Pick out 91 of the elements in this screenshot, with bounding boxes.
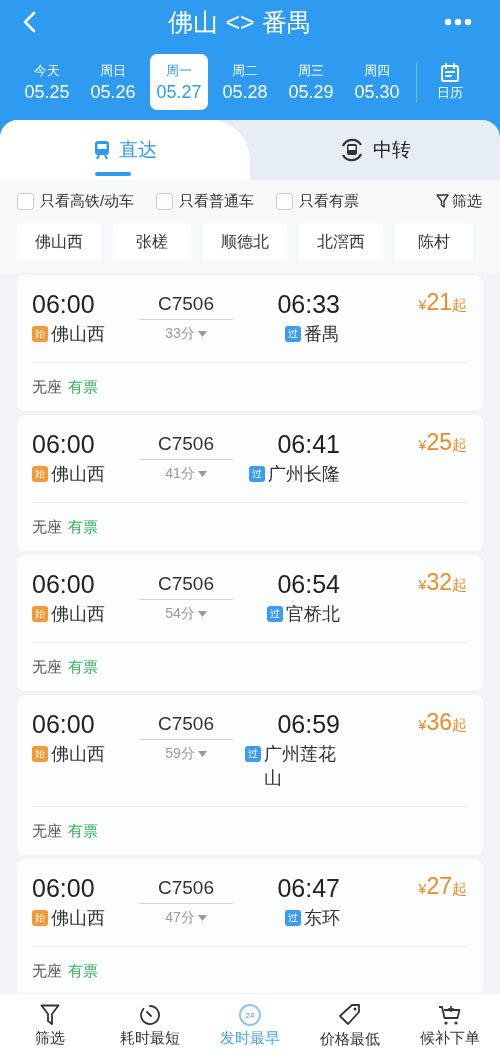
caret-icon[interactable] [197, 331, 207, 337]
arrival-station: 广州长隆 [268, 463, 340, 486]
caret-icon[interactable] [197, 611, 207, 617]
clock-icon: 24 [239, 1004, 261, 1026]
arrival-station: 番禺 [304, 323, 340, 346]
pass-badge: 过 [285, 326, 301, 342]
price: ¥36起 [418, 709, 467, 737]
departure-time: 06:00 [32, 289, 96, 319]
ticket-status: 有票 [68, 517, 98, 537]
seat-type: 无座 [32, 377, 62, 397]
train-card[interactable]: 06:00 始 佛山西 C7506 47分 06:47 过 东环 ¥27起 无座 有票 [17, 859, 483, 993]
departure-station: 佛山西 [51, 463, 105, 486]
price-tag-icon [338, 1003, 362, 1027]
departure-time: 06:00 [32, 429, 96, 459]
origin-badge: 始 [32, 746, 48, 762]
arrival-time: 06:59 [277, 709, 340, 739]
ticket-status: 有票 [68, 657, 98, 677]
departure-time: 06:00 [32, 873, 96, 903]
arrival-time: 06:41 [277, 429, 340, 459]
origin-badge: 始 [32, 326, 48, 342]
cart-icon [438, 1004, 462, 1026]
train-number: C7506 [158, 432, 214, 456]
train-number: C7506 [158, 292, 214, 316]
pass-badge: 过 [267, 606, 283, 622]
sort-tab[interactable]: 候补下单 [400, 994, 500, 1058]
train-card[interactable]: 06:00 始 佛山西 C7506 33分 06:33 过 番禺 ¥21起 无座 有票 [17, 275, 483, 411]
departure-station: 佛山西 [51, 603, 105, 626]
price: ¥27起 [418, 873, 467, 901]
sort-tab[interactable]: 筛选 [0, 994, 100, 1058]
arrival-station: 广州莲花山 [264, 743, 337, 790]
seat-type: 无座 [32, 961, 62, 981]
calendar-icon [439, 62, 461, 84]
route-title: 佛山 <> 番禺 [168, 6, 312, 38]
filter-checkbox[interactable]: 只看有票 [276, 192, 360, 211]
train-number: C7506 [158, 572, 214, 596]
arrival-station: 东环 [304, 907, 340, 930]
pass-badge: 过 [245, 746, 261, 762]
departure-station: 佛山西 [51, 743, 105, 766]
duration: 54分 [165, 605, 195, 623]
seat-type: 无座 [32, 657, 62, 677]
filter-checkbox[interactable]: 只看普通车 [156, 192, 255, 211]
train-card[interactable]: 06:00 始 佛山西 C7506 54分 06:54 过 官桥北 ¥32起 无座 有票 [17, 555, 483, 691]
departure-time: 06:00 [32, 709, 96, 739]
price: ¥32起 [418, 569, 467, 597]
origin-badge: 始 [32, 606, 48, 622]
caret-icon[interactable] [197, 471, 207, 477]
sort-tab[interactable]: 耗时最短 [100, 994, 200, 1058]
back-icon[interactable] [22, 11, 36, 33]
train-number: C7506 [158, 876, 214, 900]
duration: 41分 [165, 465, 195, 483]
departure-station: 佛山西 [51, 323, 105, 346]
seat-type: 无座 [32, 517, 62, 537]
ticket-status: 有票 [68, 821, 98, 841]
station-chip[interactable]: 陈村 [395, 223, 473, 261]
price: ¥21起 [418, 289, 467, 317]
train-number: C7506 [158, 712, 214, 736]
pass-badge: 过 [285, 910, 301, 926]
train-card[interactable]: 06:00 始 佛山西 C7506 41分 06:41 过 广州长隆 ¥25起 无座 有票 [17, 415, 483, 551]
duration: 33分 [165, 325, 195, 343]
route-tab[interactable]: 中转 [250, 120, 500, 180]
station-chip[interactable]: 北滘西 [299, 223, 383, 261]
train-icon [93, 140, 111, 160]
arrival-station: 官桥北 [286, 603, 340, 626]
caret-icon[interactable] [197, 751, 207, 757]
duration: 47分 [165, 909, 195, 927]
timer-icon [139, 1004, 161, 1026]
seat-type: 无座 [32, 821, 62, 841]
departure-time: 06:00 [32, 569, 96, 599]
more-icon[interactable] [444, 18, 472, 26]
filter-button[interactable]: 筛选 [436, 192, 482, 211]
arrival-time: 06:54 [277, 569, 340, 599]
train-card[interactable]: 06:00 始 佛山西 C7506 59分 06:59 过 广州莲花山 ¥36起 无座 有票 [17, 695, 483, 855]
transfer-train-icon [339, 137, 365, 163]
ticket-status: 有票 [68, 961, 98, 981]
origin-badge: 始 [32, 910, 48, 926]
ticket-status: 有票 [68, 377, 98, 397]
station-chip[interactable]: 顺德北 [203, 223, 287, 261]
station-chip[interactable]: 佛山西 [17, 223, 101, 261]
sort-tab[interactable]: 价格最低 [300, 994, 400, 1058]
filter-checkbox[interactable]: 只看高铁/动车 [17, 192, 135, 211]
filter-icon [436, 194, 449, 209]
origin-badge: 始 [32, 466, 48, 482]
caret-icon[interactable] [197, 915, 207, 921]
arrival-time: 06:33 [277, 289, 340, 319]
arrival-time: 06:47 [277, 873, 340, 903]
station-chip[interactable]: 张槎 [113, 223, 191, 261]
pass-badge: 过 [249, 466, 265, 482]
departure-station: 佛山西 [51, 907, 105, 930]
duration: 59分 [165, 745, 195, 763]
price: ¥25起 [418, 429, 467, 457]
filter-icon [40, 1004, 60, 1026]
